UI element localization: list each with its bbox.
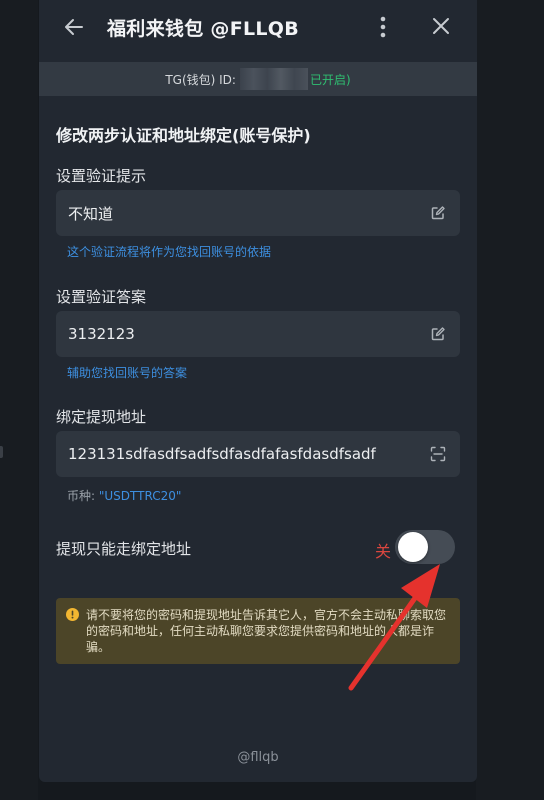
answer-helper: 辅助您找回账号的答案 [67,366,188,380]
hint-question-helper: 这个验证流程将作为您找回账号的依据 [67,245,272,259]
page-title: 修改两步认证和地址绑定(账号保护) [56,126,311,145]
toggle-knob[interactable] [398,532,428,562]
edit-icon[interactable] [430,205,446,221]
more-vertical-icon[interactable] [373,14,393,40]
protection-status: 已开启) [309,72,351,87]
edge-handle [0,446,3,458]
hint-question-value: 不知道 [68,204,114,223]
redacted-id [239,68,308,90]
address-field[interactable]: 123131sdfasdfsadfsdfasdfafasfdasdfsadf [56,431,460,477]
hint-question-field[interactable]: 不知道 [56,190,460,236]
tg-id-prefix: TG(钱包) ID: [165,72,236,87]
answer-field[interactable]: 3132123 [56,311,460,357]
header-title: 福利来钱包 @FLLQB [107,18,300,40]
warning-icon [66,608,79,621]
close-icon[interactable] [431,16,451,36]
answer-value: 3132123 [68,325,135,343]
scan-icon[interactable] [430,446,446,462]
telegram-id-bar: TG(钱包) ID: 已开启) [39,62,477,96]
edit-icon[interactable] [430,326,446,342]
warning-text: 请不要将您的密码和提现地址告诉其它人，官方不会主动私聊索取您的密码和地址，任何主… [86,608,447,654]
backdrop-right [476,0,544,800]
address-label: 绑定提现地址 [56,408,147,426]
currency-value: "USDTTRC20" [98,489,182,503]
arrow-left-icon[interactable] [63,16,85,38]
currency-line: 币种: "USDTTRC20" [67,487,181,504]
bind-only-toggle[interactable] [395,530,455,564]
warning-banner: 请不要将您的密码和提现地址告诉其它人，官方不会主动私聊索取您的密码和地址，任何主… [56,598,460,664]
currency-label: 币种: [67,489,96,503]
bind-only-label: 提现只能走绑定地址 [56,540,192,558]
backdrop-left [0,0,38,800]
toggle-state-text: 关 [375,542,392,561]
webapp-panel: 福利来钱包 @FLLQB TG(钱包) ID: 已开启) 修改两步认证和地址绑定… [39,0,477,782]
footer-handle: @fllqb [237,750,279,765]
hint-question-label: 设置验证提示 [56,167,147,185]
address-value: 123131sdfasdfsadfsdfasdfafasfdasdfsadf [68,445,376,463]
answer-label: 设置验证答案 [56,288,147,306]
header-bar: 福利来钱包 @FLLQB [39,0,477,56]
